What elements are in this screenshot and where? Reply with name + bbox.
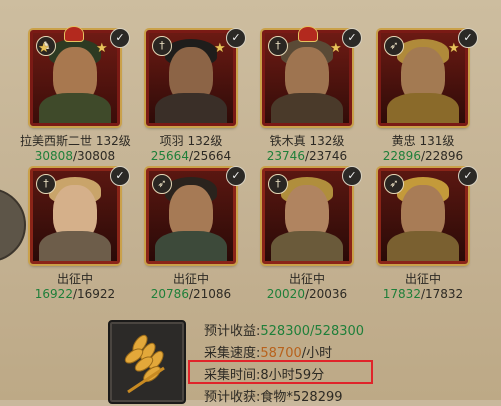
- hero-portrait: ➶: [146, 168, 236, 264]
- selected-check-icon[interactable]: ✓: [110, 166, 130, 186]
- resource-slot: [108, 320, 186, 404]
- selected-check-icon[interactable]: ✓: [226, 28, 246, 48]
- hero-card-8[interactable]: ➶ ✓ 出征中 17832/17832: [368, 166, 478, 301]
- hero-name-level: 黄忠 131级: [391, 134, 455, 148]
- hero-status: 出征中: [288, 272, 325, 286]
- hero-card-4[interactable]: ➶ ★ ✓ 黄忠 131级 22896/22896: [368, 28, 478, 163]
- selected-check-icon[interactable]: ✓: [458, 166, 478, 186]
- hero-troops: 20786/21086: [150, 287, 232, 301]
- hero-card-3[interactable]: † ★ ✓ 铁木真 132级 23746/23746: [252, 26, 362, 163]
- wheat-icon: [124, 334, 165, 394]
- expected-yield-row: 预计收益:528300/528300: [204, 324, 365, 339]
- selected-check-icon[interactable]: ✓: [342, 166, 362, 186]
- hero-portrait: ➶: [378, 168, 468, 264]
- hero-card-2[interactable]: † ★ ✓ 项羽 132级 25664/25664: [136, 28, 246, 163]
- hero-portrait: †: [262, 168, 352, 264]
- hero-name-level: 拉美西斯二世 132级: [20, 134, 131, 148]
- star-icon: ★: [214, 41, 226, 56]
- hero-card-1[interactable]: ♞ ★ ★ ✓ 拉美西斯二世 132级 30808/30808: [20, 26, 131, 163]
- star-icon: ★: [96, 41, 108, 56]
- selected-check-icon[interactable]: ✓: [226, 166, 246, 186]
- hero-name-level: 铁木真 132级: [269, 134, 345, 148]
- sword-icon: †: [152, 36, 172, 56]
- gather-panel: ♞ ★ ★ ✓ 拉美西斯二世 132级 30808/30808 † ★ ✓ 项羽…: [0, 0, 501, 405]
- hero-troops: 17832/17832: [382, 287, 464, 301]
- gather-speed-row: 采集速度:58700/小时: [204, 346, 333, 361]
- selected-check-icon[interactable]: ✓: [110, 28, 130, 48]
- star-icon: ★: [330, 41, 342, 56]
- rank-crest-icon: [64, 26, 84, 42]
- hero-troops: 25664/25664: [150, 149, 232, 163]
- hero-troops: 22896/22896: [382, 149, 464, 163]
- bow-icon: ➶: [384, 174, 404, 194]
- selected-check-icon[interactable]: ✓: [342, 28, 362, 48]
- gather-time-row: 采集时间:8小时59分: [204, 368, 325, 383]
- sword-icon: †: [268, 174, 288, 194]
- hero-name-level: 项羽 132级: [159, 134, 223, 148]
- hero-troops: 20020/20036: [266, 287, 348, 301]
- star-icon: ★: [448, 41, 460, 56]
- sword-icon: †: [268, 36, 288, 56]
- bow-icon: ➶: [384, 36, 404, 56]
- hero-troops: 16922/16922: [34, 287, 116, 301]
- selected-check-icon[interactable]: ✓: [458, 28, 478, 48]
- hero-troops: 23746/23746: [266, 149, 348, 163]
- bow-icon: ➶: [152, 174, 172, 194]
- hero-portrait: †: [30, 168, 120, 264]
- rank-crest-icon: [298, 26, 318, 42]
- hero-status: 出征中: [172, 272, 209, 286]
- hero-card-7[interactable]: † ✓ 出征中 20020/20036: [252, 166, 362, 301]
- hero-card-6[interactable]: ➶ ✓ 出征中 20786/21086: [136, 166, 246, 301]
- star-icon: ★: [38, 41, 50, 56]
- expected-gain-row: 预计收获:食物*528299: [204, 390, 343, 405]
- hero-status: 出征中: [56, 272, 93, 286]
- hero-status: 出征中: [404, 272, 441, 286]
- hero-card-5[interactable]: † ✓ 出征中 16922/16922: [20, 166, 130, 301]
- hero-troops: 30808/30808: [34, 149, 116, 163]
- sword-icon: †: [36, 174, 56, 194]
